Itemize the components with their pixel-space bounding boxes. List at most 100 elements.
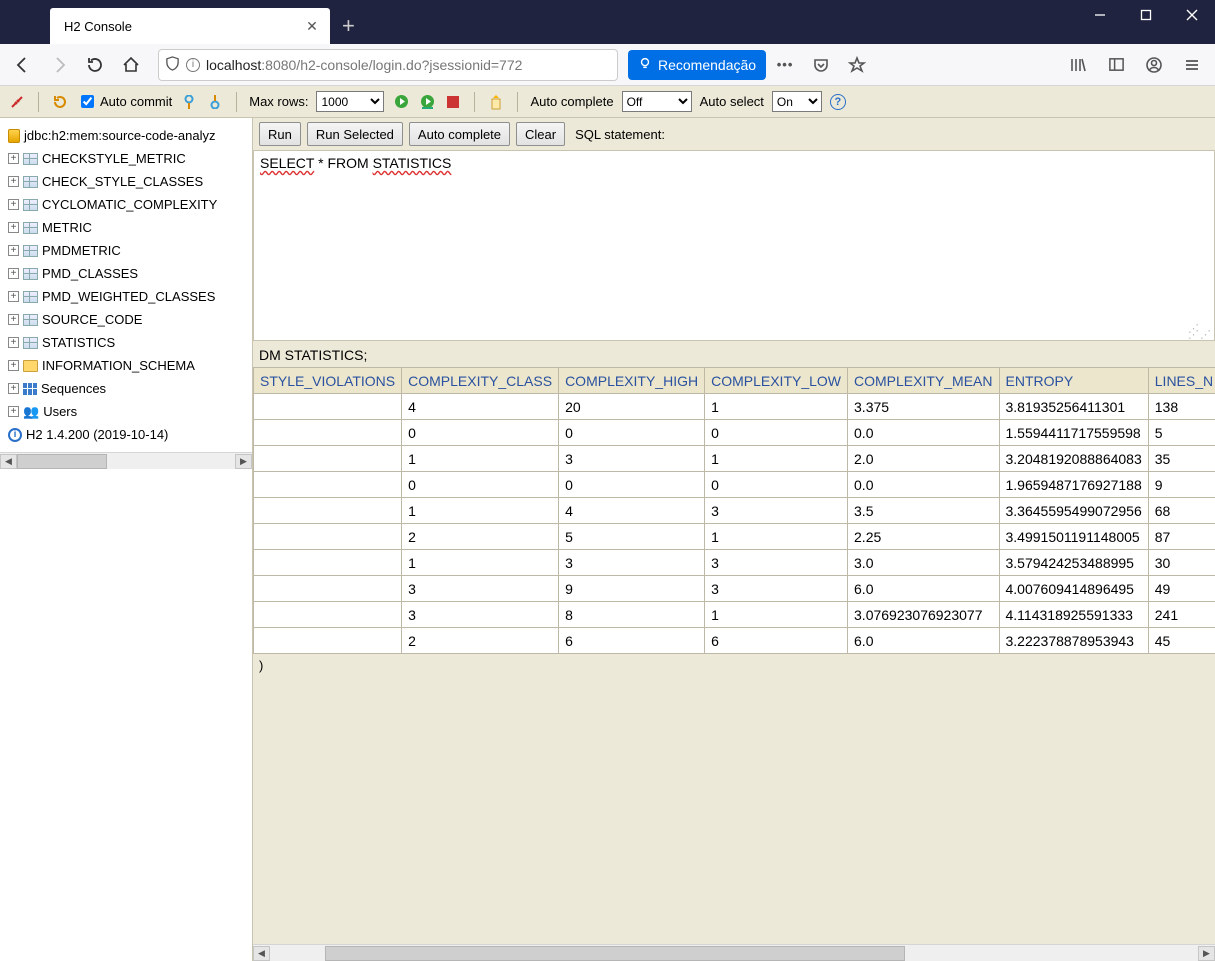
cell: 6 [559, 628, 705, 654]
tree-table[interactable]: +METRIC [4, 216, 252, 239]
tree-table[interactable]: + PMD_CLASSES [4, 262, 252, 285]
table-row[interactable]: 42013.3753.81935256411301138 [254, 394, 1215, 420]
new-tab-button[interactable]: + [330, 8, 367, 44]
column-header[interactable]: COMPLEXITY_LOW [705, 368, 848, 394]
expand-icon[interactable]: + [8, 406, 19, 417]
table-row[interactable]: 2512.253.499150119114800587 [254, 524, 1215, 550]
rollback-icon[interactable] [206, 93, 224, 111]
expand-icon[interactable]: + [8, 360, 19, 371]
browser-tab[interactable]: H2 Console ✕ [50, 8, 330, 44]
expand-icon[interactable]: + [8, 337, 19, 348]
tree-label: PMD_CLASSES [42, 266, 138, 281]
tree-sequences[interactable]: +Sequences [4, 377, 252, 400]
recommendation-button[interactable]: Recomendação [628, 50, 766, 80]
separator [517, 92, 518, 112]
cell: 0 [402, 420, 559, 446]
expand-icon[interactable]: + [8, 383, 19, 394]
expand-icon[interactable]: + [8, 245, 19, 256]
table-row[interactable]: 1333.03.57942425348899530 [254, 550, 1215, 576]
column-header[interactable]: STYLE_VIOLATIONS [254, 368, 402, 394]
history-icon[interactable] [487, 93, 505, 111]
disconnect-icon[interactable] [8, 93, 26, 111]
run-icon[interactable] [392, 93, 410, 111]
maxrows-select[interactable]: 1000 [316, 91, 384, 112]
autoselect-select[interactable]: On [772, 91, 822, 112]
commit-icon[interactable] [180, 93, 198, 111]
db-root[interactable]: jdbc:h2:mem:source-code-analyz [4, 124, 252, 147]
result-scrollbar[interactable]: ◀ ▶ [253, 944, 1215, 961]
close-tab-icon[interactable]: ✕ [304, 18, 320, 34]
scroll-left-icon[interactable]: ◀ [0, 454, 17, 469]
refresh-icon[interactable] [51, 93, 69, 111]
cell: 4 [402, 394, 559, 420]
stop-icon[interactable] [444, 93, 462, 111]
column-header[interactable]: COMPLEXITY_HIGH [559, 368, 705, 394]
help-icon[interactable]: ? [830, 94, 846, 110]
expand-icon[interactable]: + [8, 153, 19, 164]
page-actions-button[interactable]: ••• [768, 48, 802, 82]
resize-grip-icon[interactable]: ⋰⋰⋰ [1188, 326, 1212, 338]
autocomplete-button[interactable]: Auto complete [409, 122, 510, 146]
home-button[interactable] [114, 48, 148, 82]
expand-icon[interactable]: + [8, 199, 19, 210]
expand-icon[interactable]: + [8, 176, 19, 187]
pocket-button[interactable] [804, 48, 838, 82]
tree-table[interactable]: +CHECKSTYLE_METRIC [4, 147, 252, 170]
run-button[interactable]: Run [259, 122, 301, 146]
tree-users[interactable]: +👥Users [4, 400, 252, 423]
cell: 20 [559, 394, 705, 420]
clear-button[interactable]: Clear [516, 122, 565, 146]
table-icon [23, 153, 38, 165]
cell: 45 [1148, 628, 1215, 654]
scroll-right-icon[interactable]: ▶ [235, 454, 252, 469]
table-row[interactable]: 1312.03.204819208886408335 [254, 446, 1215, 472]
tree-schema[interactable]: +INFORMATION_SCHEMA [4, 354, 252, 377]
tree-table[interactable]: +CYCLOMATIC_COMPLEXITY [4, 193, 252, 216]
tab-title: H2 Console [64, 19, 304, 34]
table-icon [23, 268, 38, 280]
column-header[interactable]: COMPLEXITY_CLASS [402, 368, 559, 394]
table-row[interactable]: 3813.0769230769230774.114318925591333241 [254, 602, 1215, 628]
tree-scrollbar[interactable]: ◀ ▶ [0, 452, 252, 469]
bookmark-button[interactable] [840, 48, 874, 82]
tree-table[interactable]: +PMDMETRIC [4, 239, 252, 262]
tree-table[interactable]: +PMD_WEIGHTED_CLASSES [4, 285, 252, 308]
window-close-button[interactable] [1169, 0, 1215, 30]
tree-table[interactable]: +STATISTICS [4, 331, 252, 354]
scroll-left-icon[interactable]: ◀ [253, 946, 270, 961]
table-row[interactable]: 2666.03.22237887895394345 [254, 628, 1215, 654]
tree-table[interactable]: +CHECK_STYLE_CLASSES [4, 170, 252, 193]
run-selected-icon[interactable] [418, 93, 436, 111]
db-label: jdbc:h2:mem:source-code-analyz [24, 128, 215, 143]
address-bar[interactable]: i localhost:8080/h2-console/login.do?jse… [158, 49, 618, 81]
expand-icon[interactable]: + [8, 314, 19, 325]
sql-statement-label: SQL statement: [575, 127, 665, 142]
autocommit-checkbox[interactable]: Auto commit [77, 92, 172, 111]
minimize-button[interactable] [1077, 0, 1123, 30]
expand-icon[interactable]: + [8, 222, 19, 233]
scroll-right-icon[interactable]: ▶ [1198, 946, 1215, 961]
sidebar-button[interactable] [1099, 48, 1133, 82]
reload-button[interactable] [78, 48, 112, 82]
autocomplete-select[interactable]: Off [622, 91, 692, 112]
table-row[interactable]: 3936.04.00760941489649549 [254, 576, 1215, 602]
separator [474, 92, 475, 112]
menu-button[interactable] [1175, 48, 1209, 82]
forward-button[interactable] [42, 48, 76, 82]
tree-table[interactable]: +SOURCE_CODE [4, 308, 252, 331]
library-button[interactable] [1061, 48, 1095, 82]
account-button[interactable] [1137, 48, 1171, 82]
table-row[interactable]: 1433.53.364559549907295668 [254, 498, 1215, 524]
back-button[interactable] [6, 48, 40, 82]
column-header[interactable]: ENTROPY [999, 368, 1148, 394]
table-row[interactable]: 0000.01.96594871769271889 [254, 472, 1215, 498]
sql-editor[interactable]: SELECT * FROM STATISTICS ⋰⋰⋰ [253, 151, 1215, 341]
expand-icon[interactable]: + [8, 268, 19, 279]
table-row[interactable]: 0000.01.55944117175595985 [254, 420, 1215, 446]
run-selected-button[interactable]: Run Selected [307, 122, 403, 146]
expand-icon[interactable]: + [8, 291, 19, 302]
maximize-button[interactable] [1123, 0, 1169, 30]
column-header[interactable]: LINES_N [1148, 368, 1215, 394]
column-header[interactable]: COMPLEXITY_MEAN [848, 368, 999, 394]
cell: 138 [1148, 394, 1215, 420]
